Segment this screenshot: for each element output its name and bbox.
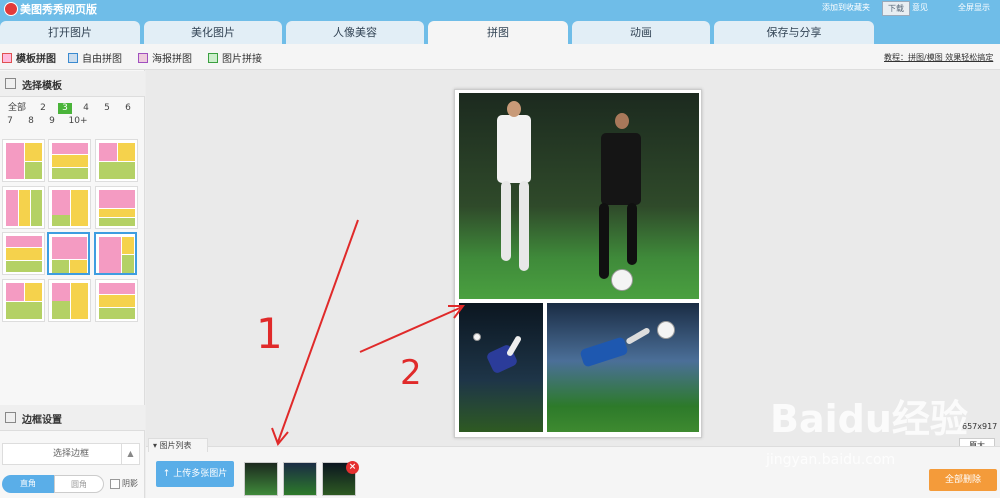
red-annotation-overlay: 1 2 [256,219,465,446]
annotation-label-2: 2 [400,353,422,393]
annotation-arrow-1 [277,219,359,443]
annotation-label-1: 1 [256,309,283,358]
annotation-arrow-2 [359,306,463,353]
